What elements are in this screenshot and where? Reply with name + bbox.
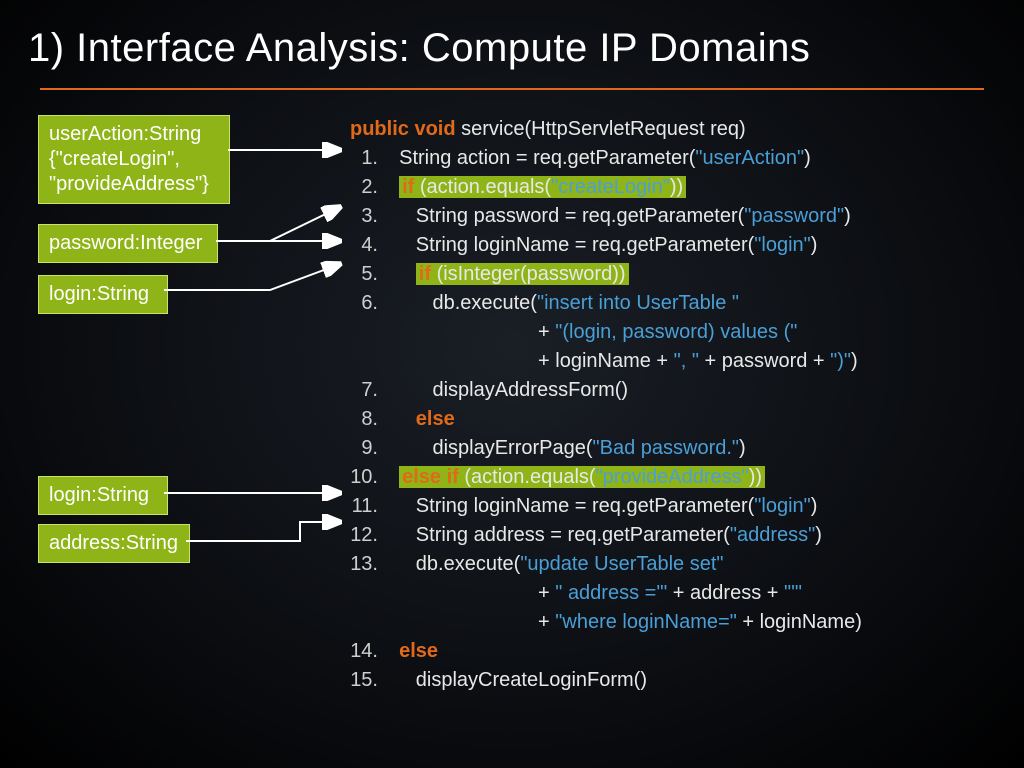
code-line-13b: + " address ='" + address + "'" — [350, 579, 862, 608]
code-line-7: 7. displayAddressForm() — [350, 376, 862, 405]
code-line-5: 5. if (isInteger(password)) — [350, 260, 862, 289]
code-line-11: 11. String loginName = req.getParameter(… — [350, 492, 862, 521]
code-line-9: 9. displayErrorPage("Bad password.") — [350, 434, 862, 463]
code-signature: public void service(HttpServletRequest r… — [350, 115, 862, 144]
slide: 1) Interface Analysis: Compute IP Domain… — [0, 0, 1024, 768]
code-line-6: 6. db.execute("insert into UserTable " — [350, 289, 862, 318]
code-line-4: 4. String loginName = req.getParameter("… — [350, 231, 862, 260]
code-line-10: 10. else if (action.equals("provideAddre… — [350, 463, 862, 492]
code-line-2: 2. if (action.equals("createLogin")) — [350, 173, 862, 202]
code-line-6c: + loginName + ", " + password + ")") — [350, 347, 862, 376]
code-line-14: 14. else — [350, 637, 862, 666]
code-line-13c: + "where loginName=" + loginName) — [350, 608, 862, 637]
code-line-15: 15. displayCreateLoginForm() — [350, 666, 862, 695]
code-line-1: 1. String action = req.getParameter("use… — [350, 144, 862, 173]
code-line-6b: + "(login, password) values (" — [350, 318, 862, 347]
code-line-12: 12. String address = req.getParameter("a… — [350, 521, 862, 550]
code-line-13: 13. db.execute("update UserTable set" — [350, 550, 862, 579]
code-listing: public void service(HttpServletRequest r… — [350, 115, 862, 695]
code-line-8: 8. else — [350, 405, 862, 434]
code-line-3: 3. String password = req.getParameter("p… — [350, 202, 862, 231]
